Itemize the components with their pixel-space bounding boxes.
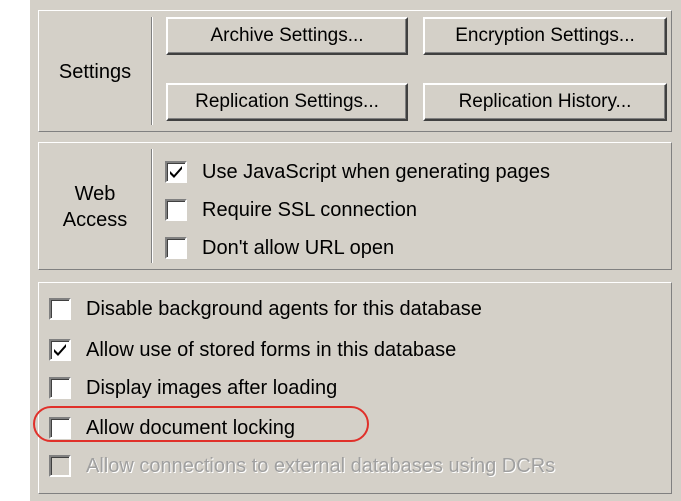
- checkmark-icon: [170, 166, 182, 178]
- disallow-url-open-label: Don't allow URL open: [202, 236, 395, 259]
- allow-external-connections-checkbox: [49, 455, 71, 477]
- require-ssl-label: Require SSL connection: [202, 198, 417, 221]
- highlight-ring: [33, 406, 369, 442]
- display-images-after-loading-option[interactable]: Display images after loading: [49, 373, 337, 403]
- use-javascript-label: Use JavaScript when generating pages: [202, 160, 550, 183]
- use-javascript-checkbox[interactable]: [165, 161, 187, 183]
- web-access-label-line1: Web: [74, 183, 116, 205]
- require-ssl-checkbox[interactable]: [165, 199, 187, 221]
- allow-stored-forms-option[interactable]: Allow use of stored forms in this databa…: [49, 335, 456, 365]
- disable-background-agents-checkbox[interactable]: [49, 298, 71, 320]
- encryption-settings-button[interactable]: Encryption Settings...: [423, 17, 667, 55]
- allow-external-connections-label: Allow connections to external databases …: [86, 454, 556, 477]
- allow-stored-forms-label: Allow use of stored forms in this databa…: [86, 338, 457, 361]
- web-access-label: Web Access: [39, 181, 151, 233]
- require-ssl-option[interactable]: Require SSL connection: [165, 195, 417, 225]
- replication-settings-button[interactable]: Replication Settings...: [166, 83, 408, 121]
- web-access-divider: [151, 149, 153, 263]
- allow-stored-forms-checkbox[interactable]: [49, 339, 71, 361]
- database-options-section: Disable background agents for this datab…: [38, 282, 672, 494]
- disable-background-agents-option[interactable]: Disable background agents for this datab…: [49, 294, 482, 324]
- allow-external-connections-option: Allow connections to external databases …: [49, 451, 555, 481]
- checkmark-icon: [54, 344, 66, 356]
- settings-section: Settings Archive Settings... Encryption …: [38, 10, 672, 132]
- disable-background-agents-label: Disable background agents for this datab…: [86, 297, 482, 320]
- web-access-label-line2: Access: [62, 209, 128, 231]
- display-images-after-loading-label: Display images after loading: [86, 376, 338, 399]
- replication-history-button[interactable]: Replication History...: [423, 83, 667, 121]
- disallow-url-open-option[interactable]: Don't allow URL open: [165, 233, 394, 263]
- use-javascript-option[interactable]: Use JavaScript when generating pages: [165, 157, 550, 187]
- web-access-section: Web Access Use JavaScript when generatin…: [38, 142, 672, 270]
- archive-settings-button[interactable]: Archive Settings...: [166, 17, 408, 55]
- settings-label: Settings: [58, 61, 132, 83]
- disallow-url-open-checkbox[interactable]: [165, 237, 187, 259]
- display-images-after-loading-checkbox[interactable]: [49, 377, 71, 399]
- settings-divider: [151, 17, 153, 125]
